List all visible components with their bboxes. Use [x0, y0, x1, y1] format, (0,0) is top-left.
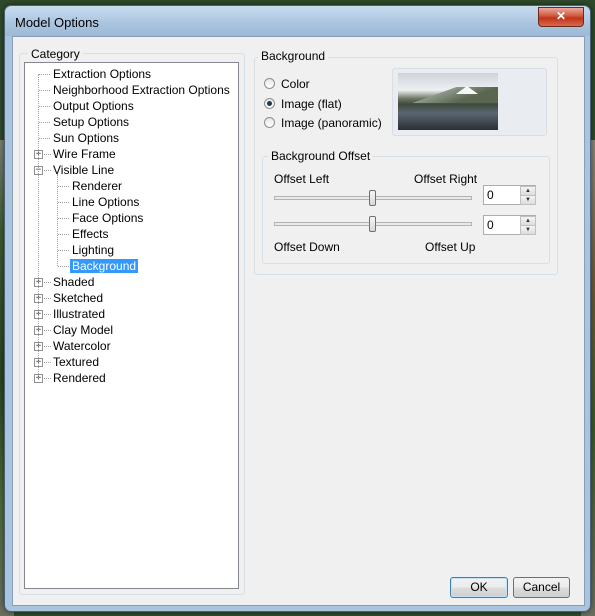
category-tree-item-label: Face Options — [72, 211, 144, 225]
offset-right-label: Offset Right — [414, 172, 478, 186]
vertical-offset-value[interactable]: 0 — [487, 218, 494, 232]
category-tree-item-label: Clay Model — [53, 323, 114, 337]
tree-connector — [44, 362, 51, 363]
offset-up-label: Offset Up — [425, 240, 476, 254]
radio-color-button[interactable] — [264, 78, 275, 89]
category-tree-item[interactable]: Illustrated — [51, 306, 107, 322]
category-tree-item[interactable]: Wire Frame — [51, 146, 118, 162]
tree-connector — [44, 170, 51, 171]
category-tree-item-label: Illustrated — [53, 307, 106, 321]
tree-connector — [58, 202, 69, 203]
category-tree-item-label: Visible Line — [53, 163, 115, 177]
tree-connector — [44, 330, 51, 331]
horizontal-offset-value[interactable]: 0 — [487, 188, 494, 202]
offset-down-label: Offset Down — [274, 240, 340, 254]
tree-connector — [44, 378, 51, 379]
vertical-offset-down-arrow-icon[interactable]: ▼ — [520, 225, 536, 235]
category-group-label: Category — [28, 47, 83, 61]
tree-connector — [38, 74, 39, 378]
tree-connector — [58, 186, 69, 187]
category-tree-item-label: Rendered — [53, 371, 106, 385]
tree-connector — [57, 174, 58, 266]
radio-image-panoramic-button[interactable] — [264, 117, 275, 128]
tree-connector — [44, 154, 51, 155]
background-preview[interactable] — [392, 68, 547, 136]
category-tree-item[interactable]: Sun Options — [51, 130, 121, 146]
tree-connector — [44, 282, 51, 283]
category-tree-item[interactable]: Visible Line — [51, 162, 116, 178]
mountain-shape — [398, 87, 498, 103]
vertical-offset-spinner[interactable]: 0 ▲ ▼ — [483, 215, 536, 235]
background-group-label: Background — [258, 49, 329, 63]
category-tree-item-label: Effects — [72, 227, 109, 241]
horizontal-offset-down-arrow-icon[interactable]: ▼ — [520, 195, 536, 205]
category-tree-item-label: Line Options — [72, 195, 140, 209]
category-tree-item[interactable]: Setup Options — [51, 114, 131, 130]
tree-connector — [58, 234, 69, 235]
tree-connector — [39, 90, 50, 91]
category-tree-item[interactable]: Clay Model — [51, 322, 115, 338]
category-tree-item[interactable]: Sketched — [51, 290, 105, 306]
background-offset-label: Background Offset — [268, 149, 374, 163]
horizontal-offset-spinner[interactable]: 0 ▲ ▼ — [483, 185, 536, 205]
horizontal-offset-slider-thumb[interactable] — [369, 190, 376, 206]
category-tree-item[interactable]: Line Options — [70, 194, 141, 210]
window-title: Model Options — [15, 15, 99, 30]
radio-color-label: Color — [281, 77, 310, 91]
category-tree-item-label: Sketched — [53, 291, 104, 305]
category-tree-item-label: Neighborhood Extraction Options — [53, 83, 230, 97]
category-tree-item[interactable]: Effects — [70, 226, 110, 242]
offset-left-label: Offset Left — [274, 172, 330, 186]
category-tree-item[interactable]: Lighting — [70, 242, 116, 258]
close-button[interactable]: ✕ — [538, 7, 584, 27]
tree-connector — [39, 106, 50, 107]
tree-connector — [39, 122, 50, 123]
category-tree-item-label: Lighting — [72, 243, 115, 257]
category-tree[interactable]: Extraction Options Neighborhood Extractio… — [24, 62, 239, 589]
radio-image-panoramic-label: Image (panoramic) — [281, 116, 382, 130]
category-tree-item[interactable]: Face Options — [70, 210, 145, 226]
radio-image-flat-label: Image (flat) — [281, 97, 342, 111]
radio-image-flat-button[interactable] — [264, 98, 275, 109]
category-tree-item[interactable]: Rendered — [51, 370, 108, 386]
tree-connector — [58, 250, 69, 251]
category-tree-item[interactable]: Background — [70, 258, 139, 274]
category-tree-item-label: Watercolor — [53, 339, 111, 353]
category-tree-item[interactable]: Extraction Options — [51, 66, 153, 82]
tree-connector — [58, 218, 69, 219]
tree-connector — [39, 74, 50, 75]
tree-connector — [39, 138, 50, 139]
category-tree-item-label: Wire Frame — [53, 147, 116, 161]
tree-connector — [44, 346, 51, 347]
category-tree-item[interactable]: Watercolor — [51, 338, 113, 354]
category-tree-item-label: Extraction Options — [53, 67, 152, 81]
category-tree-item[interactable]: Shaded — [51, 274, 96, 290]
category-tree-item-label: Output Options — [53, 99, 134, 113]
category-tree-item[interactable]: Output Options — [51, 98, 136, 114]
category-tree-item[interactable]: Renderer — [70, 178, 124, 194]
category-tree-item-label: Background — [70, 259, 139, 273]
cancel-button[interactable]: Cancel — [513, 577, 570, 598]
category-tree-item[interactable]: Neighborhood Extraction Options — [51, 82, 232, 98]
tree-connector — [58, 266, 69, 267]
background-preview-image — [398, 73, 498, 130]
category-tree-item[interactable]: Textured — [51, 354, 101, 370]
category-tree-item-label: Shaded — [53, 275, 95, 289]
tree-connector — [44, 298, 51, 299]
tree-connector — [44, 314, 51, 315]
category-tree-item-label: Textured — [53, 355, 100, 369]
category-tree-item-label: Renderer — [72, 179, 123, 193]
category-tree-item-label: Sun Options — [53, 131, 120, 145]
category-tree-item-label: Setup Options — [53, 115, 130, 129]
title-bar[interactable]: Model Options ✕ — [5, 6, 590, 36]
ok-button[interactable]: OK — [450, 577, 508, 598]
vertical-offset-slider-thumb[interactable] — [369, 216, 376, 232]
